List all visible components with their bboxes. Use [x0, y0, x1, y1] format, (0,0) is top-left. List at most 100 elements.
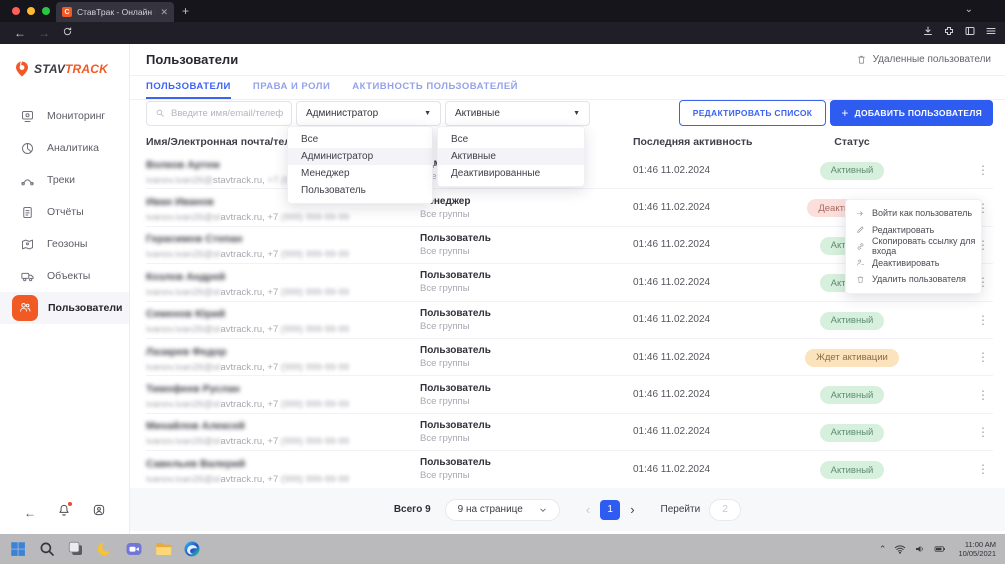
menu-hamburger-icon[interactable] [985, 25, 997, 37]
user-role: Менеджер [420, 196, 633, 207]
dropdown-option[interactable]: Менеджер [288, 165, 432, 182]
user-contact: ivanov.ivan26@stavtrack.ru, +7 (999) 999… [146, 324, 420, 335]
file-explorer-icon[interactable] [154, 540, 172, 558]
battery-icon[interactable] [934, 543, 946, 555]
wifi-icon[interactable] [894, 543, 906, 555]
profile-icon[interactable] [92, 503, 106, 522]
deleted-users-button[interactable]: Удаленные пользователи [856, 54, 991, 65]
next-page-button[interactable]: › [630, 502, 634, 517]
dropdown-option[interactable]: Активные [438, 148, 584, 165]
moon-app-icon[interactable] [96, 540, 114, 558]
status-badge: Активный [820, 312, 885, 330]
user-name: Семенов Юрий [146, 308, 225, 320]
forward-button[interactable]: → [38, 25, 50, 41]
reload-button[interactable] [62, 25, 73, 41]
tab-2[interactable]: АКТИВНОСТЬ ПОЛЬЗОВАТЕЛЕЙ [352, 76, 518, 99]
collapse-sidebar-icon[interactable]: ← [24, 506, 36, 520]
dropdown-option[interactable]: Пользователь [288, 182, 432, 199]
sidebar-item-geozones[interactable]: Геозоны [0, 228, 129, 260]
user-contact: ivanov.ivan26@stavtrack.ru, +7 (999) 999… [146, 249, 420, 260]
sidebar-item-tracks[interactable]: Треки [0, 164, 129, 196]
maximize-window-icon[interactable] [42, 7, 50, 15]
monitoring-icon [20, 109, 35, 124]
edge-browser-icon[interactable] [183, 540, 201, 558]
search-input[interactable] [171, 108, 283, 119]
tab-title: СтавТрак - Онлайн мониторин [77, 7, 155, 17]
dropdown-option[interactable]: Все [438, 131, 584, 148]
chevron-down-icon: ▼ [573, 110, 580, 117]
context-menu-deactivate[interactable]: Деактивировать [846, 255, 981, 272]
sidebar-item-objects[interactable]: Объекты [0, 260, 129, 292]
row-context-menu: Войти как пользовательРедактироватьСкопи… [845, 199, 982, 294]
edit-list-button[interactable]: РЕДАКТИРОВАТЬ СПИСОК [679, 100, 827, 126]
taskbar-search-icon[interactable] [38, 540, 56, 558]
table-row[interactable]: Тимофеев Руслан ivanov.ivan26@stavtrack.… [146, 376, 993, 413]
user-contact: ivanov.ivan26@stavtrack.ru, +7 (999) 999… [146, 212, 420, 223]
table-row[interactable]: Лазарев Федор ivanov.ivan26@stavtrack.ru… [146, 339, 993, 376]
minimize-window-icon[interactable] [27, 7, 35, 15]
role-filter-select[interactable]: Администратор▼ [296, 101, 441, 126]
extensions-icon[interactable] [943, 25, 955, 37]
close-window-icon[interactable] [12, 7, 20, 15]
role-dropdown-panel: ВсеАдминистраторМенеджерПользователь [287, 126, 433, 204]
status-badge: Ждет активации [805, 349, 899, 367]
user-search-box[interactable] [146, 101, 292, 126]
table-row[interactable]: Семенов Юрий ivanov.ivan26@stavtrack.ru,… [146, 302, 993, 339]
tray-expand-icon[interactable]: ⌃ [879, 544, 887, 555]
task-view-icon[interactable] [67, 540, 85, 558]
user-role: Пользователь [420, 383, 633, 394]
filters-row: Администратор▼ Активные▼ РЕДАКТИРОВАТЬ С… [146, 100, 993, 126]
user-name: Козлов Андрей [146, 271, 225, 283]
user-role: Пользователь [420, 345, 633, 356]
start-menu-icon[interactable] [9, 540, 27, 558]
dropdown-option[interactable]: Администратор [288, 148, 432, 165]
back-button[interactable]: ← [14, 25, 26, 41]
teams-chat-icon[interactable] [125, 540, 143, 558]
status-filter-select[interactable]: Активные▼ [445, 101, 590, 126]
volume-icon[interactable] [914, 543, 926, 555]
window-controls[interactable] [12, 7, 50, 15]
sidebar-item-users[interactable]: Пользователи [0, 292, 129, 324]
taskbar-clock[interactable]: 11:00 AM 10/05/2021 [958, 540, 996, 558]
sidebar-toggle-icon[interactable] [964, 25, 976, 37]
last-activity: 01:46 11.02.2024 [633, 314, 801, 325]
sidebar-item-analytics[interactable]: Аналитика [0, 132, 129, 164]
sidebar-item-monitoring[interactable]: Мониторинг [0, 100, 129, 132]
add-user-button[interactable]: + ДОБАВИТЬ ПОЛЬЗОВАТЕЛЯ [830, 100, 993, 126]
browser-tab[interactable]: С СтавТрак - Онлайн мониторин ✕ [56, 2, 174, 22]
list-tabs-icon[interactable]: ⌄ [965, 4, 973, 15]
row-menu-button[interactable]: ⋮ [903, 388, 993, 402]
sidebar-item-reports[interactable]: Отчёты [0, 196, 129, 228]
context-menu-delete[interactable]: Удалить пользователя [846, 271, 981, 288]
go-to-page-label: Перейти [661, 504, 701, 515]
row-menu-button[interactable]: ⋮ [903, 313, 993, 327]
user-name: Михайлов Алексей [146, 420, 245, 432]
row-menu-button[interactable]: ⋮ [903, 163, 993, 177]
table-row[interactable]: Савельев Валерий ivanov.ivan26@stavtrack… [146, 451, 993, 488]
tab-close-icon[interactable]: ✕ [160, 7, 168, 18]
context-menu-copylink[interactable]: Скопировать ссылку для входа [846, 238, 981, 255]
sidebar-item-label: Треки [47, 174, 75, 186]
per-page-select[interactable]: 9 на странице [445, 499, 560, 521]
new-tab-button[interactable]: + [182, 4, 189, 18]
row-menu-button[interactable]: ⋮ [903, 425, 993, 439]
row-menu-button[interactable]: ⋮ [903, 462, 993, 476]
dropdown-option[interactable]: Деактивированные [438, 165, 584, 182]
tab-1[interactable]: ПРАВА И РОЛИ [253, 76, 330, 99]
current-page-button[interactable]: 1 [600, 500, 620, 520]
user-group: Все группы [420, 358, 633, 369]
row-menu-button[interactable]: ⋮ [903, 350, 993, 364]
notifications-bell-icon[interactable] [57, 503, 71, 522]
go-to-page-input[interactable]: 2 [709, 499, 741, 521]
tab-0[interactable]: ПОЛЬЗОВАТЕЛИ [146, 76, 231, 99]
user-group: Все группы [420, 321, 633, 332]
dropdown-option[interactable]: Все [288, 131, 432, 148]
geozones-icon [20, 237, 35, 252]
table-row[interactable]: Михайлов Алексей ivanov.ivan26@stavtrack… [146, 414, 993, 451]
user-group: Все группы [420, 209, 633, 220]
downloads-icon[interactable] [922, 25, 934, 37]
prev-page-button[interactable]: ‹ [586, 502, 590, 517]
context-menu-login[interactable]: Войти как пользователь [846, 205, 981, 222]
user-group: Все группы [420, 283, 633, 294]
user-contact: ivanov.ivan26@stavtrack.ru, +7 (999) 999… [146, 287, 420, 298]
